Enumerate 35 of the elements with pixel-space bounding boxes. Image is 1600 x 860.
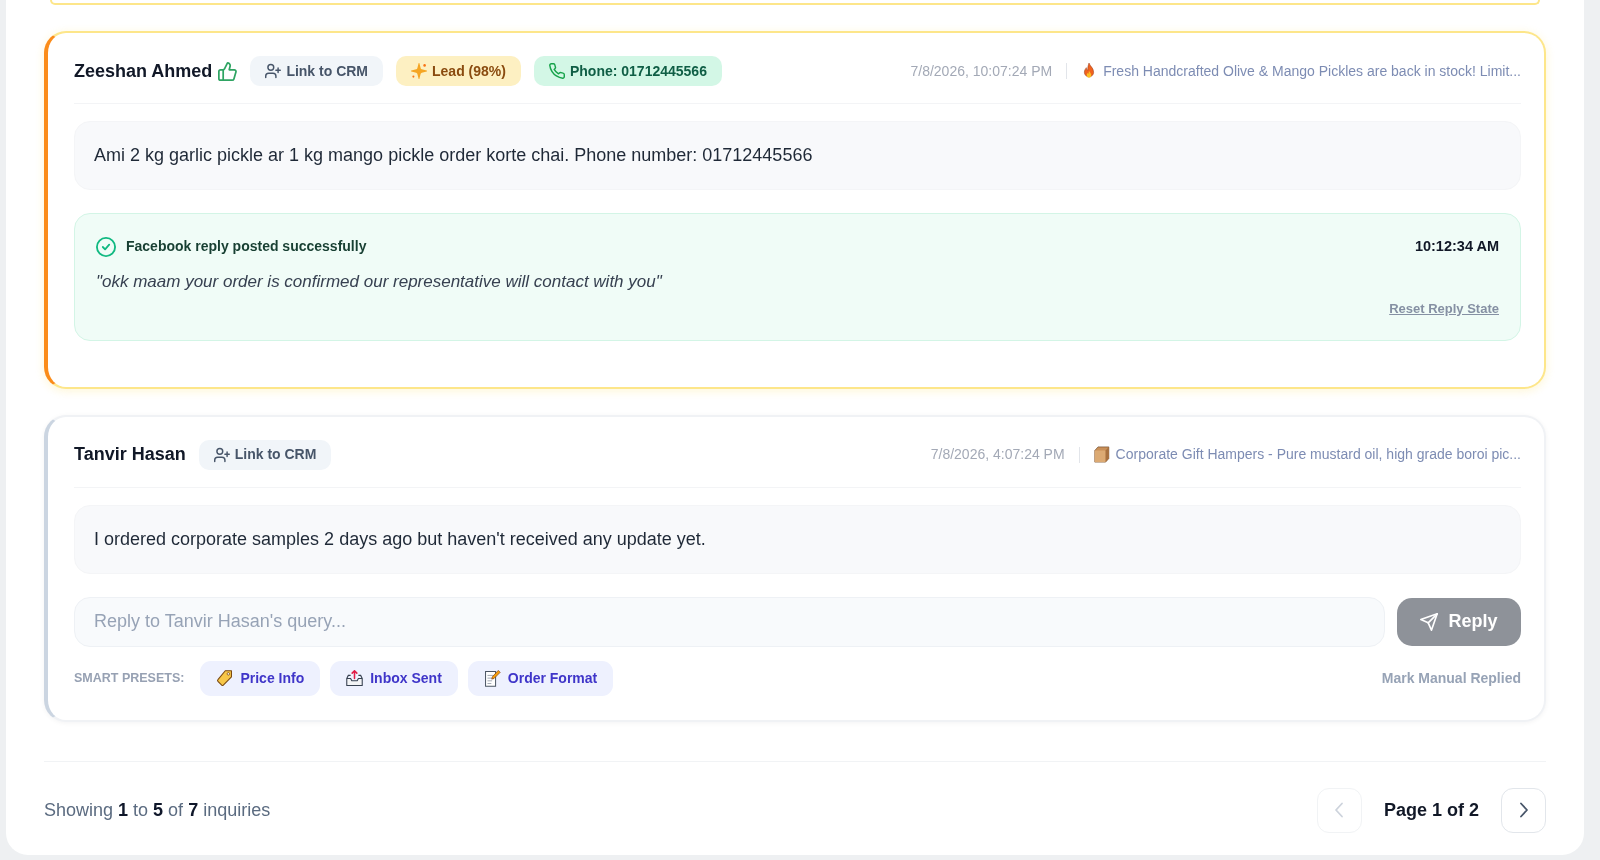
success-status: Facebook reply posted successfully [126,237,367,257]
box-icon [1093,446,1110,464]
outbox-tray-icon [346,669,364,687]
link-crm-button[interactable]: Link to CRM [198,439,332,470]
link-crm-button[interactable]: Link to CRM [250,56,384,86]
send-icon [1420,612,1439,631]
check-circle-icon [96,236,116,257]
next-page-button[interactable] [1501,787,1546,833]
reply-time: 10:12:34 AM [1414,237,1499,256]
comment-message: I ordered corporate samples 2 days ago but haven't received any update yet. [74,504,1521,574]
presets-label: SMART PRESETS: [74,669,185,687]
timestamp: 7/8/2026, 4:07:24 PM [930,445,1065,465]
lead-badge: Lead (98%) [396,56,521,86]
post-title: Corporate Gift Hampers - Pure mustard oil, high grade boroi pic... [1115,445,1521,465]
preset-button[interactable]: Inbox Sent [330,660,458,696]
user-plus-icon [213,446,230,463]
post-title: Fresh Handcrafted Olive & Mango Pickles are back in stock! Limit... [1103,61,1521,81]
phone-badge: Phone: 01712445566 [533,56,722,86]
timestamp: 7/8/2026, 10:07:24 PM [910,61,1053,81]
results-summary: Showing 1 to 5 of 7 inquiries [44,798,271,822]
preset-button[interactable]: Order Format [467,660,614,696]
comment-message: Ami 2 kg garlic pickle ar 1 kg mango pickle order korte chai. Phone number: 01712445566 [74,121,1521,190]
sparkle-icon [411,63,428,79]
phone-icon [548,63,565,79]
reply-quote: "okk maam your order is confirmed our representative will contact with you" [96,270,664,293]
tag-icon [216,669,234,687]
preset-button[interactable]: Price Info [200,660,321,696]
reply-input[interactable]: Reply to Tanvir Hasan's query... [74,596,1385,647]
user-plus-icon [265,63,282,79]
page-indicator: Page 1 of 2 [1383,798,1479,822]
author-name: Zeeshan Ahmed [74,59,213,83]
chevron-right-icon [1518,802,1529,819]
chevron-left-icon [1334,802,1345,819]
author-name: Tanvir Hasan [74,443,186,467]
memo-icon [483,669,501,687]
